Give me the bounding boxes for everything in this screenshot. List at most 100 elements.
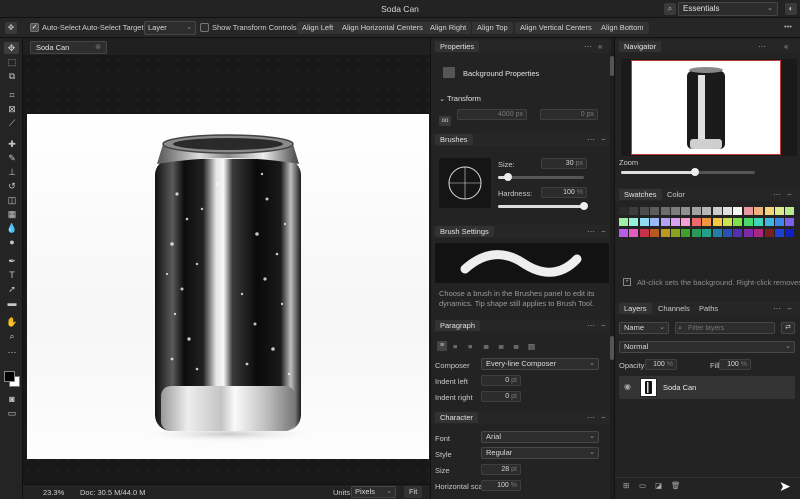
swatch[interactable] xyxy=(723,207,732,215)
tab-character[interactable]: Character xyxy=(435,412,478,423)
panel-menu-icon[interactable]: ⋯ xyxy=(773,302,781,315)
panel-menu-icon[interactable]: ⋯ xyxy=(587,411,595,424)
transform-chevron-icon[interactable]: ⌄ xyxy=(439,94,445,103)
swatch[interactable] xyxy=(629,229,639,237)
tab-layers[interactable]: Layers xyxy=(619,303,652,314)
composer-select[interactable]: Every-line Composer ⌄ xyxy=(481,358,599,370)
zoom-tool-icon[interactable]: ⌕ xyxy=(6,330,18,342)
tab-swatches[interactable]: Swatches xyxy=(619,189,662,200)
units-select[interactable]: Pixels ⌄ xyxy=(351,486,396,498)
justify-left-icon[interactable]: ≣ xyxy=(483,342,489,351)
swatch[interactable] xyxy=(754,207,764,215)
close-icon[interactable]: ⊗ xyxy=(95,42,101,53)
swatch[interactable] xyxy=(650,218,660,226)
justify-center-icon[interactable]: ≣ xyxy=(498,342,504,351)
workspace-select[interactable]: Essentials ⌄ xyxy=(678,2,778,16)
align-center-text-icon[interactable]: ≡ xyxy=(453,342,457,351)
collapse-icon[interactable]: « xyxy=(598,40,602,53)
justify-right-icon[interactable]: ≣ xyxy=(513,342,519,351)
font-select[interactable]: Arial ⌄ xyxy=(481,431,599,443)
gradient-tool-icon[interactable]: ▦ xyxy=(6,208,18,220)
slider-knob[interactable] xyxy=(580,202,588,210)
swatch[interactable] xyxy=(775,218,784,226)
slider-knob[interactable] xyxy=(504,173,513,181)
align-left-text-icon[interactable]: ≡ xyxy=(437,341,447,351)
zoom-readout[interactable]: 23.3% xyxy=(43,488,64,497)
align-left-button[interactable]: Align Left xyxy=(297,22,339,34)
justify-all-icon[interactable]: ▤ xyxy=(528,342,535,351)
swatch[interactable] xyxy=(775,207,784,215)
hand-tool-icon[interactable]: ✋ xyxy=(6,316,18,328)
tab-paragraph[interactable]: Paragraph xyxy=(435,320,481,331)
tab-brush-settings[interactable]: Brush Settings xyxy=(435,226,494,237)
brush-size-slider[interactable] xyxy=(498,173,584,181)
x-field[interactable]: 0 px xyxy=(540,109,598,120)
swatch[interactable] xyxy=(743,229,753,237)
panel-menu-icon[interactable]: ⋯ xyxy=(773,188,781,201)
account-icon[interactable]: ◐ xyxy=(785,3,797,15)
horizontal-scale-field[interactable]: 100% xyxy=(481,480,521,491)
artboard-image[interactable] xyxy=(27,114,429,459)
swatch[interactable] xyxy=(619,218,628,226)
swatch[interactable] xyxy=(764,229,774,237)
delete-layer-icon[interactable]: 🗑 xyxy=(671,481,681,490)
visibility-eye-icon[interactable]: ◉ xyxy=(624,382,631,391)
transform-label[interactable]: Transform xyxy=(447,94,481,103)
swatch[interactable] xyxy=(629,207,639,215)
swatch[interactable] xyxy=(733,218,743,226)
tab-navigator[interactable]: Navigator xyxy=(619,41,662,52)
more-options-icon[interactable]: ••• xyxy=(784,22,792,31)
eraser-tool-icon[interactable]: ◫ xyxy=(6,194,18,206)
minimize-icon[interactable]: − xyxy=(787,188,792,201)
tab-paths[interactable]: Paths xyxy=(699,304,718,313)
fit-button[interactable]: Fit xyxy=(404,486,423,498)
swatch[interactable] xyxy=(775,229,784,237)
swatch[interactable] xyxy=(785,229,795,237)
dodge-tool-icon[interactable]: ● xyxy=(6,236,18,248)
tab-brushes[interactable]: Brushes xyxy=(435,134,473,145)
swatch[interactable] xyxy=(733,207,743,215)
tab-properties[interactable]: Properties xyxy=(435,41,480,52)
pen-tool-icon[interactable]: ✒ xyxy=(6,255,18,267)
width-field[interactable]: 4000 px xyxy=(457,109,527,120)
eyedropper-tool-icon[interactable]: ⟋ xyxy=(6,117,18,129)
style-select[interactable]: Regular ⌄ xyxy=(481,447,599,459)
frame-tool-icon[interactable]: ⊠ xyxy=(6,103,18,115)
swatch[interactable] xyxy=(671,229,680,237)
move-tool-icon[interactable]: ✥ xyxy=(4,42,19,54)
opacity-field[interactable]: 100% xyxy=(645,359,677,370)
document-tab[interactable]: Soda Can ⊗ xyxy=(30,41,107,54)
swatch[interactable] xyxy=(681,229,691,237)
swatch[interactable] xyxy=(629,218,639,226)
blend-mode-select[interactable]: Normal ⌄ xyxy=(619,341,795,353)
more-tools-icon[interactable]: ⋯ xyxy=(6,346,18,358)
swatch[interactable] xyxy=(681,207,691,215)
layer-filter-type-select[interactable]: Name ⌄ xyxy=(619,322,669,334)
swatch[interactable] xyxy=(691,218,701,226)
swatch[interactable] xyxy=(691,229,701,237)
new-group-icon[interactable]: ▭ xyxy=(639,481,646,490)
swatch[interactable] xyxy=(723,218,732,226)
navigator-preview[interactable] xyxy=(621,59,797,156)
swatch[interactable] xyxy=(712,218,722,226)
swatch[interactable] xyxy=(743,207,753,215)
indent-right-field[interactable]: 0 pt xyxy=(481,391,521,402)
swatch[interactable] xyxy=(702,229,712,237)
swatch[interactable] xyxy=(639,218,649,226)
swatch[interactable] xyxy=(754,229,764,237)
swatch[interactable] xyxy=(723,229,732,237)
minimize-icon[interactable]: − xyxy=(601,411,606,424)
screen-mode-icon[interactable]: ▭ xyxy=(6,407,18,419)
swatch[interactable] xyxy=(712,229,722,237)
swatch[interactable] xyxy=(619,229,628,237)
swatch[interactable] xyxy=(702,207,712,215)
rectangle-tool-icon[interactable]: ▬ xyxy=(6,297,18,309)
brush-size-field[interactable]: 30 px xyxy=(541,158,587,169)
brush-hardness-slider[interactable] xyxy=(498,202,588,210)
swatch[interactable] xyxy=(671,218,680,226)
minimize-icon[interactable]: − xyxy=(787,302,792,315)
swatch[interactable] xyxy=(650,207,660,215)
object-select-tool-icon[interactable]: ⧉ xyxy=(6,70,18,82)
swatch[interactable] xyxy=(764,218,774,226)
swatch[interactable] xyxy=(702,218,712,226)
